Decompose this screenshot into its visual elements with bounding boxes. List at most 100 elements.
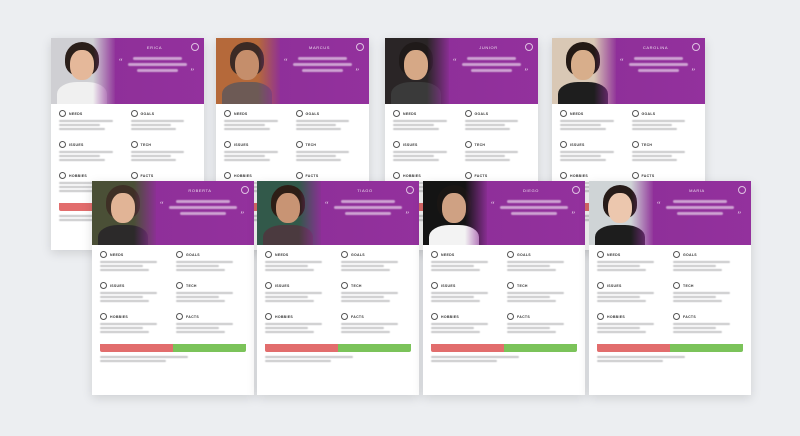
persona-card[interactable]: TIAGO “ ” NEEDS GOALS ISSUES TECH HOBBIE…	[257, 181, 419, 395]
goals-icon	[341, 251, 348, 258]
hobbies-icon	[59, 172, 66, 179]
section-needs: NEEDS	[597, 251, 667, 273]
persona-body: NEEDS GOALS ISSUES TECH HOBBIES FACTS	[257, 245, 419, 370]
needs-icon	[597, 251, 604, 258]
pros-cons-bar	[100, 344, 246, 352]
quote-open-icon: “	[453, 57, 457, 66]
section-label: ISSUES	[441, 283, 456, 288]
persona-header: MARCUS “ ”	[216, 38, 369, 104]
section-goals: GOALS	[176, 251, 246, 273]
close-icon[interactable]	[191, 43, 199, 51]
facts-icon	[341, 313, 348, 320]
issues-icon	[100, 282, 107, 289]
needs-icon	[100, 251, 107, 258]
persona-name: ERICA	[146, 45, 163, 50]
section-label: NEEDS	[275, 252, 289, 257]
issues-icon	[597, 282, 604, 289]
persona-card[interactable]: MARIA “ ” NEEDS GOALS ISSUES TECH HOBBIE…	[589, 181, 751, 395]
section-tech: TECH	[631, 141, 698, 163]
close-icon[interactable]	[692, 43, 700, 51]
section-label: TECH	[351, 283, 362, 288]
section-label: HOBBIES	[275, 314, 294, 319]
hobbies-icon	[560, 172, 567, 179]
section-issues: ISSUES	[100, 282, 170, 304]
section-issues: ISSUES	[393, 141, 459, 163]
needs-icon	[265, 251, 272, 258]
facts-icon	[631, 172, 639, 179]
section-label: ISSUES	[570, 142, 585, 147]
hobbies-icon	[100, 313, 107, 320]
hobbies-icon	[597, 313, 604, 320]
facts-icon	[176, 313, 183, 320]
section-issues: ISSUES	[597, 282, 667, 304]
close-icon[interactable]	[356, 43, 364, 51]
section-tech: TECH	[295, 141, 362, 163]
quote-close-icon: ”	[240, 210, 244, 219]
facts-icon	[464, 172, 472, 179]
persona-header: CAROLINA “ ”	[552, 38, 705, 104]
goals-icon	[631, 110, 639, 117]
section-label: GOALS	[305, 111, 320, 116]
section-facts: FACTS	[341, 313, 411, 335]
persona-quote: “ ”	[657, 197, 741, 223]
close-icon[interactable]	[738, 186, 746, 194]
section-tech: TECH	[341, 282, 411, 304]
close-icon[interactable]	[241, 186, 249, 194]
needs-icon	[431, 251, 438, 258]
section-label: GOALS	[517, 252, 531, 257]
persona-photo	[51, 38, 115, 104]
persona-photo	[589, 181, 653, 245]
section-needs: NEEDS	[393, 110, 459, 132]
persona-photo	[216, 38, 280, 104]
section-label: TECH	[140, 142, 152, 147]
persona-card[interactable]: DIEGO “ ” NEEDS GOALS ISSUES TECH HOBBIE…	[423, 181, 585, 395]
section-label: TECH	[683, 283, 694, 288]
facts-icon	[673, 313, 680, 320]
section-issues: ISSUES	[265, 282, 335, 304]
quote-close-icon: ”	[190, 67, 194, 76]
quote-open-icon: “	[325, 200, 329, 209]
section-needs: NEEDS	[224, 110, 290, 132]
section-goals: GOALS	[464, 110, 531, 132]
section-label: ISSUES	[607, 283, 622, 288]
close-icon[interactable]	[406, 186, 414, 194]
section-goals: GOALS	[507, 251, 577, 273]
section-tech: TECH	[673, 282, 743, 304]
section-label: ISSUES	[403, 142, 418, 147]
persona-header: ROBERTA “ ”	[92, 181, 254, 245]
section-label: TECH	[186, 283, 197, 288]
quote-close-icon: ”	[405, 210, 409, 219]
section-hobbies: HOBBIES	[265, 313, 335, 335]
section-issues: ISSUES	[431, 282, 501, 304]
tech-icon	[507, 282, 514, 289]
goals-icon	[295, 110, 303, 117]
persona-quote: “ ”	[160, 197, 244, 223]
persona-card[interactable]: ROBERTA “ ” NEEDS GOALS ISSUES TECH HOBB…	[92, 181, 254, 395]
close-icon[interactable]	[572, 186, 580, 194]
close-icon[interactable]	[525, 43, 533, 51]
section-tech: TECH	[176, 282, 246, 304]
persona-name: MARIA	[689, 188, 705, 193]
section-label: GOALS	[351, 252, 365, 257]
quote-close-icon: ”	[571, 210, 575, 219]
persona-photo	[552, 38, 616, 104]
needs-icon	[560, 110, 567, 117]
section-label: NEEDS	[441, 252, 455, 257]
section-label: HOBBIES	[570, 173, 589, 178]
section-label: NEEDS	[110, 252, 124, 257]
section-label: GOALS	[140, 111, 155, 116]
section-label: FACTS	[351, 314, 364, 319]
hobbies-icon	[224, 172, 231, 179]
issues-icon	[560, 141, 567, 148]
section-goals: GOALS	[673, 251, 743, 273]
needs-icon	[393, 110, 400, 117]
section-label: GOALS	[186, 252, 200, 257]
persona-photo	[423, 181, 487, 245]
section-label: FACTS	[641, 173, 655, 178]
facts-icon	[130, 172, 138, 179]
persona-quote: “ ”	[119, 54, 194, 80]
persona-header: TIAGO “ ”	[257, 181, 419, 245]
persona-quote: “ ”	[284, 54, 359, 80]
section-tech: TECH	[130, 141, 197, 163]
section-label: HOBBIES	[607, 314, 626, 319]
